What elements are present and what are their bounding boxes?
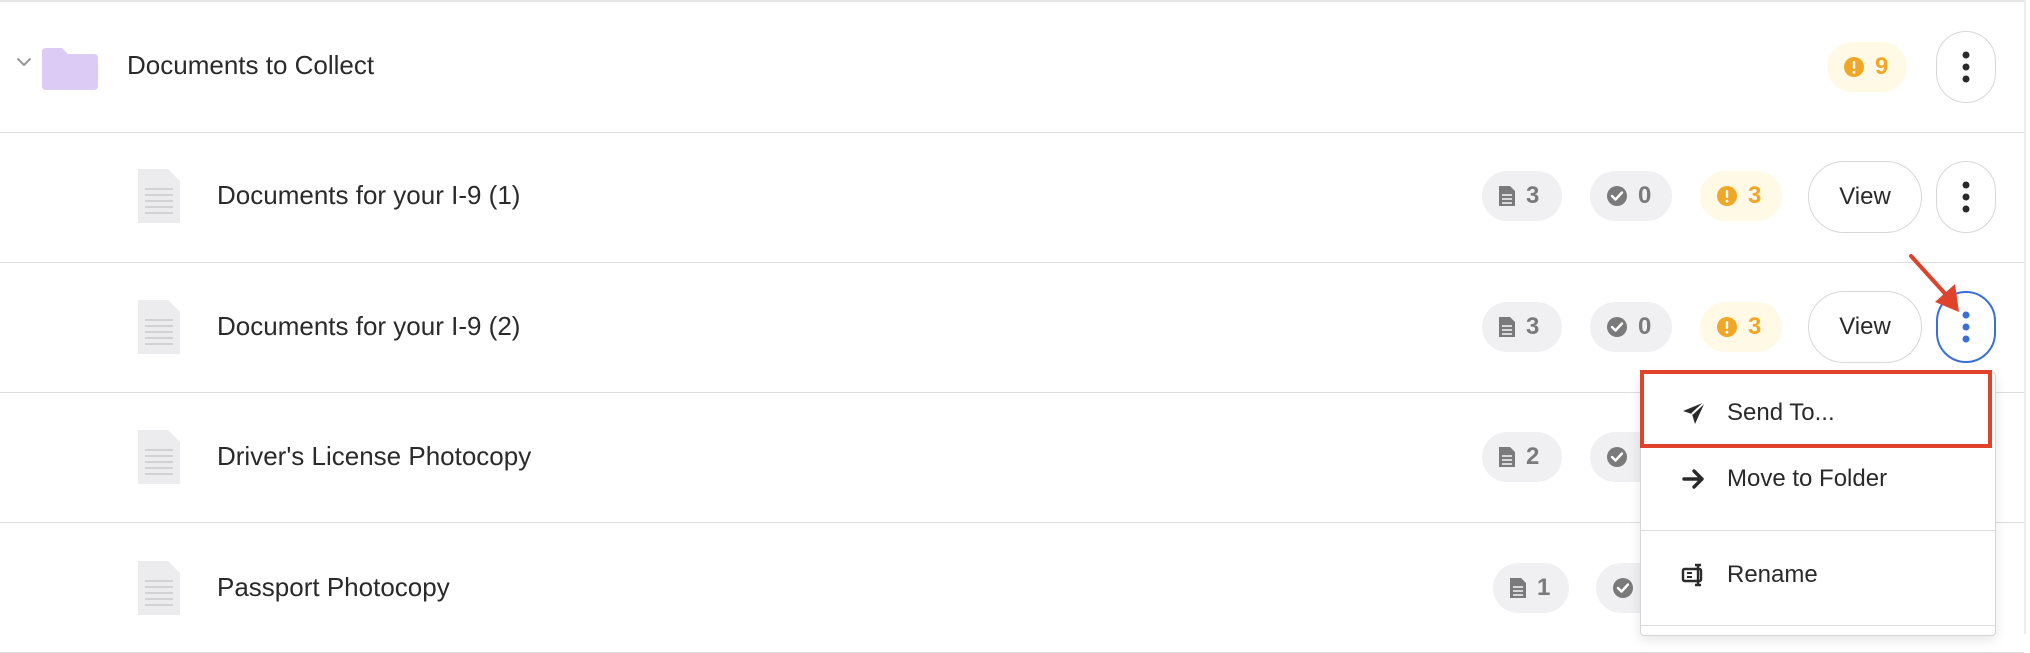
check-circle-icon <box>1607 317 1627 337</box>
menu-item-label: Rename <box>1727 561 1818 588</box>
menu-item-rename[interactable]: Rename <box>1641 543 1995 607</box>
check-circle-icon <box>1607 186 1627 206</box>
folder-row[interactable]: Documents to Collect 9 <box>0 2 2024 133</box>
menu-item-label: Move to Folder <box>1727 465 1888 492</box>
annotation-arrow-icon <box>1909 254 1959 312</box>
approved-badge: 0 <box>1590 302 1672 352</box>
document-icon <box>138 430 180 484</box>
warning-count: 3 <box>1748 182 1762 209</box>
files-count: 1 <box>1537 574 1551 601</box>
warning-count: 9 <box>1875 53 1889 80</box>
warning-icon <box>1717 186 1737 206</box>
chevron-down-icon[interactable] <box>14 52 34 72</box>
files-badge: 3 <box>1482 171 1562 221</box>
approved-count: 0 <box>1638 182 1652 209</box>
approved-count: 0 <box>1638 313 1652 340</box>
item-title[interactable]: Documents for your I-9 (2) <box>217 311 520 342</box>
more-vertical-icon <box>1962 51 1970 83</box>
check-circle-icon <box>1607 447 1627 467</box>
arrow-right-icon <box>1682 469 1704 489</box>
rename-icon <box>1681 563 1703 587</box>
menu-divider <box>1641 530 1995 531</box>
warning-badge: 3 <box>1700 171 1782 221</box>
item-title[interactable]: Driver's License Photocopy <box>217 441 531 472</box>
more-button[interactable] <box>1936 161 1996 233</box>
files-count: 3 <box>1526 182 1540 209</box>
item-title[interactable]: Passport Photocopy <box>217 572 450 603</box>
files-badge: 2 <box>1482 432 1562 482</box>
file-icon <box>1499 186 1515 206</box>
highlight-box <box>1640 370 1992 448</box>
menu-item-move-to-folder[interactable]: Move to Folder <box>1641 447 1995 511</box>
item-title[interactable]: Documents for your I-9 (1) <box>217 180 520 211</box>
files-count: 2 <box>1526 443 1540 470</box>
file-icon <box>1499 317 1515 337</box>
document-icon <box>138 561 180 615</box>
files-badge: 1 <box>1493 563 1569 613</box>
folder-icon <box>42 48 98 90</box>
warning-count: 3 <box>1748 313 1762 340</box>
files-count: 3 <box>1526 313 1540 340</box>
menu-divider <box>1641 625 1995 626</box>
list-item[interactable]: Documents for your I-9 (1) 3 0 3 View <box>0 132 2024 263</box>
document-icon <box>138 169 180 223</box>
folder-title[interactable]: Documents to Collect <box>127 50 374 81</box>
file-icon <box>1499 447 1515 467</box>
warning-icon <box>1717 317 1737 337</box>
folder-more-button[interactable] <box>1936 31 1996 103</box>
view-button[interactable]: View <box>1808 161 1922 233</box>
warning-badge: 3 <box>1700 302 1782 352</box>
file-icon <box>1510 578 1526 598</box>
warning-icon <box>1844 57 1864 77</box>
document-icon <box>138 300 180 354</box>
files-badge: 3 <box>1482 302 1562 352</box>
approved-badge: 0 <box>1590 171 1672 221</box>
check-circle-icon <box>1613 578 1633 598</box>
more-vertical-icon <box>1962 181 1970 213</box>
warning-badge: 9 <box>1827 42 1907 92</box>
